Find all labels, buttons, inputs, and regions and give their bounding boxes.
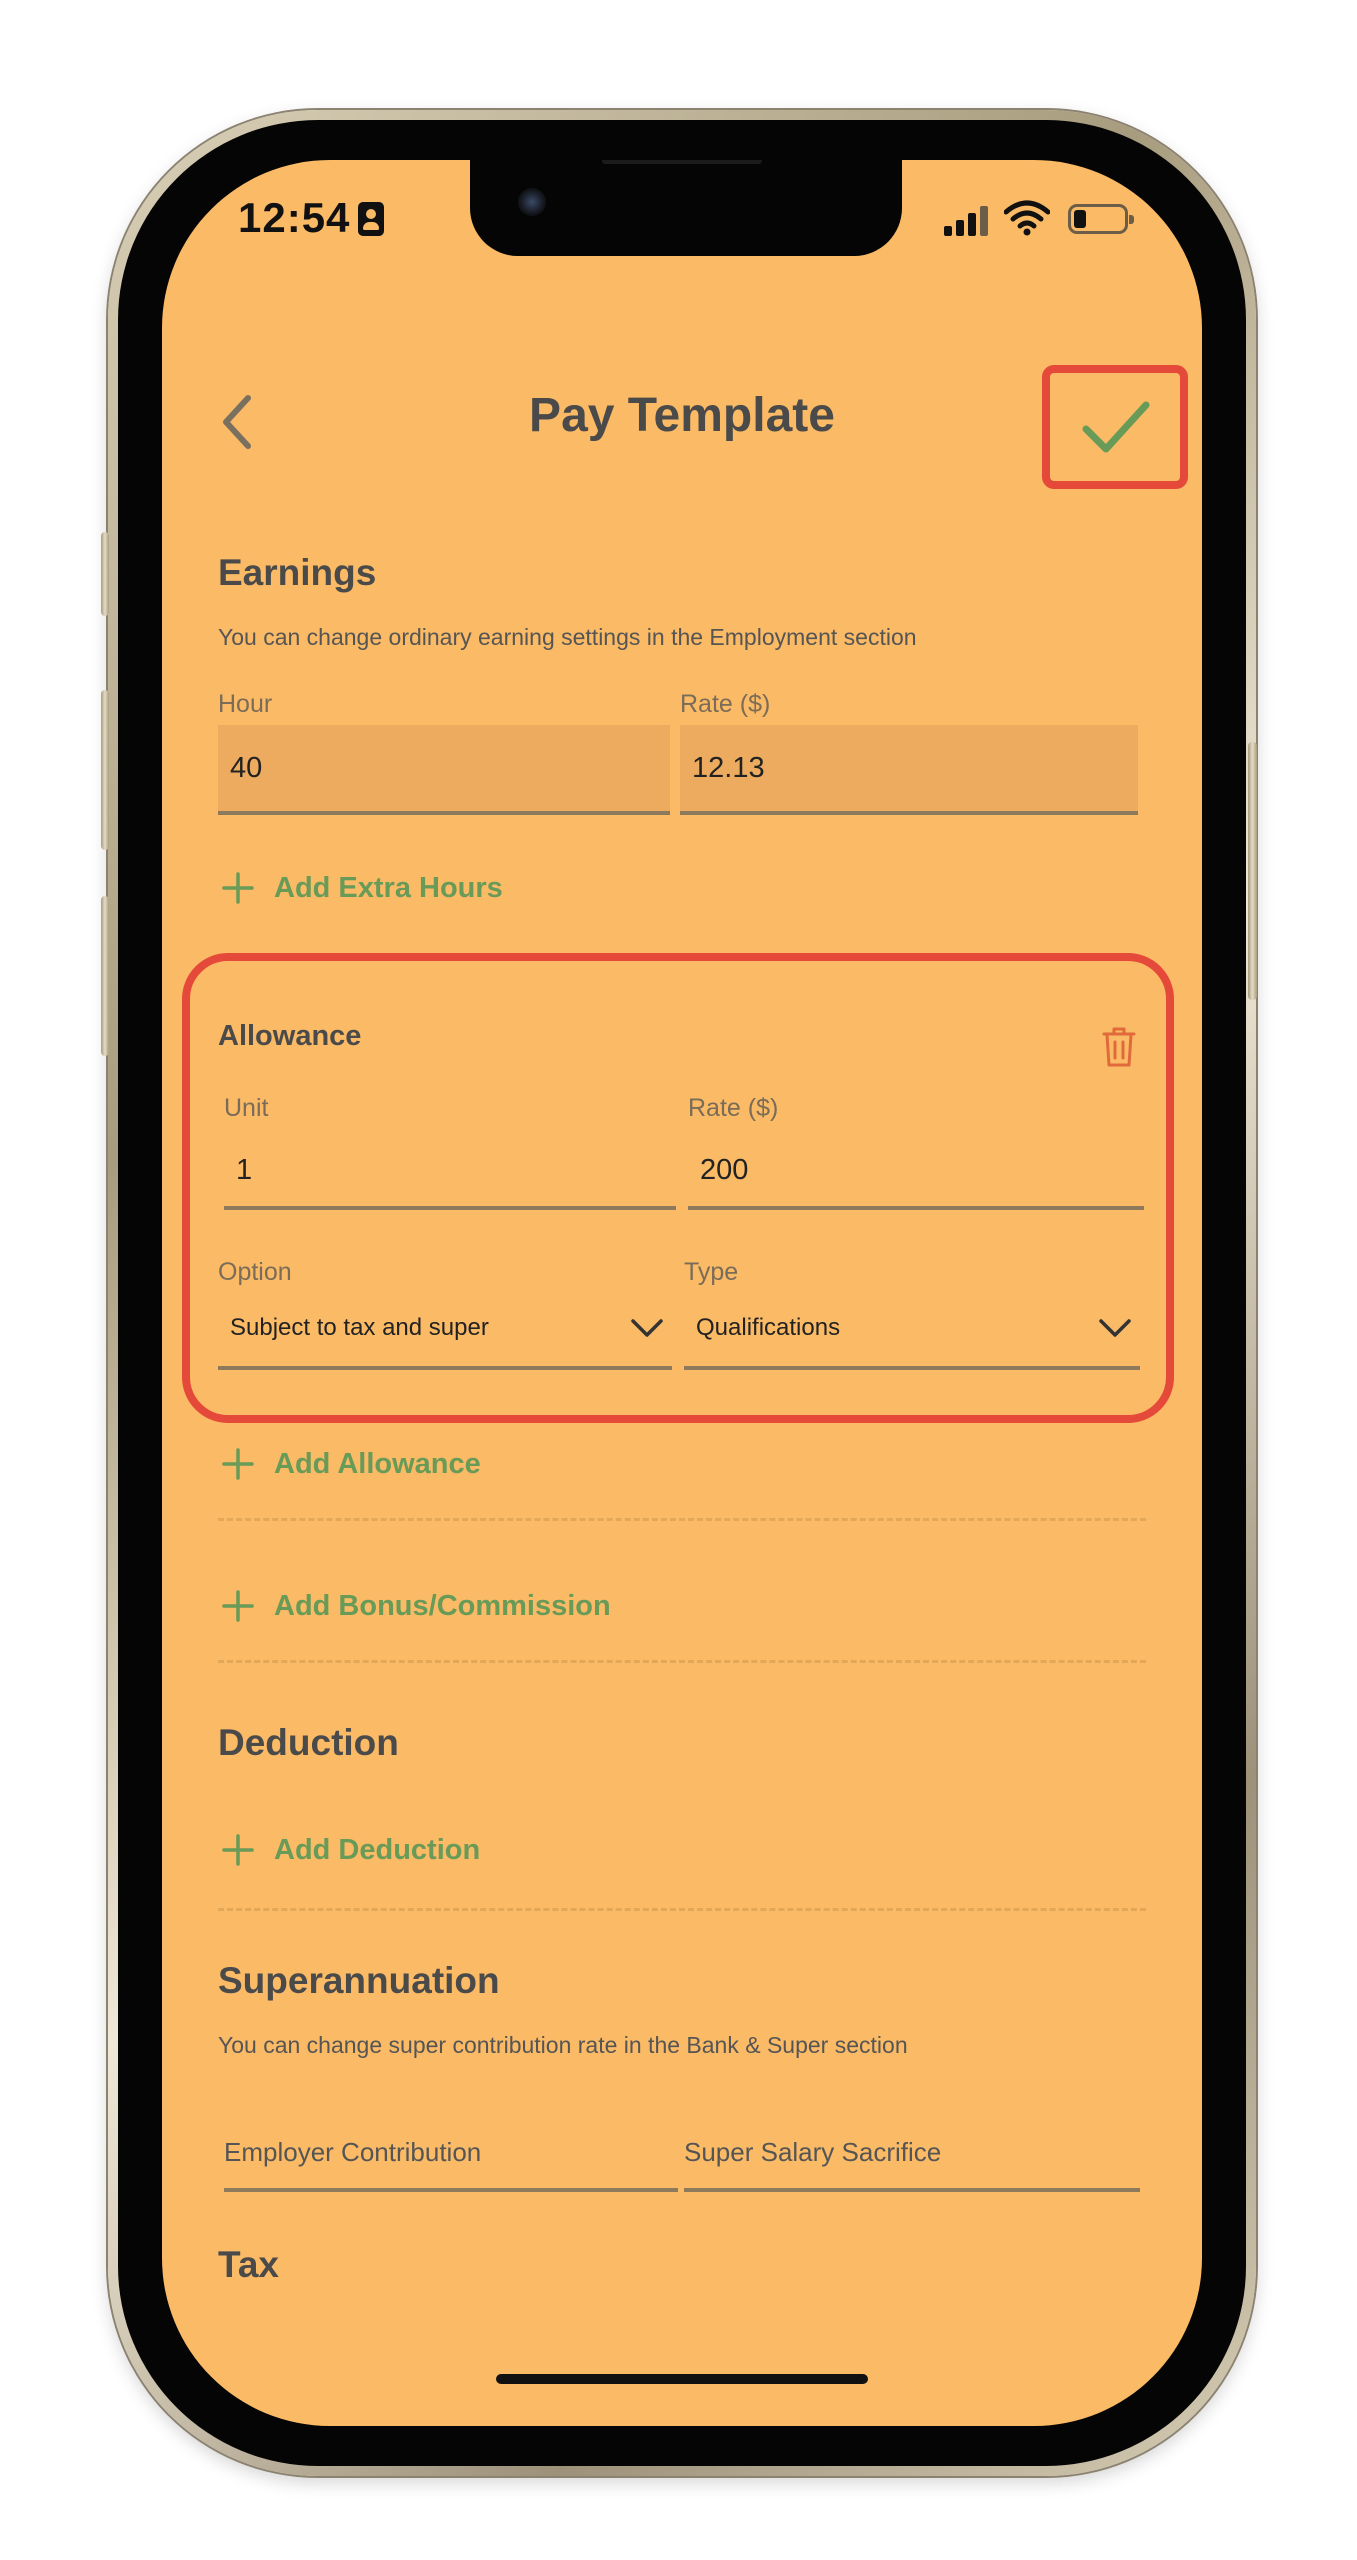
home-indicator[interactable] [496, 2374, 868, 2384]
earnings-title: Earnings [218, 552, 377, 593]
hour-input[interactable]: 40 [218, 725, 670, 815]
silent-switch [101, 532, 109, 616]
app-screen: 12:54 Pay Template Earnings You can chan… [162, 160, 1202, 2426]
option-selected-value: Subject to tax and super [230, 1314, 489, 1341]
type-selected-value: Qualifications [696, 1314, 841, 1341]
allowance-rate-input[interactable]: 200 [688, 1140, 1144, 1210]
plus-icon [222, 1834, 254, 1866]
chevron-down-icon [631, 1319, 663, 1337]
option-select[interactable]: Subject to tax and super [218, 1304, 672, 1370]
allowance-rate-label: Rate ($) [688, 1094, 779, 1122]
type-select[interactable]: Qualifications [684, 1304, 1140, 1370]
volume-down-button [101, 896, 109, 1056]
allowance-title: Allowance [218, 1020, 362, 1052]
option-label: Option [218, 1258, 292, 1286]
contact-card-icon [358, 202, 384, 236]
divider [218, 1908, 1146, 1911]
add-allowance-label: Add Allowance [274, 1448, 481, 1480]
superannuation-hint: You can change super contribution rate i… [218, 2032, 908, 2058]
divider [218, 1660, 1146, 1663]
plus-icon [222, 1448, 254, 1480]
power-button [1248, 742, 1257, 1000]
add-deduction-label: Add Deduction [274, 1834, 481, 1866]
volume-up-button [101, 690, 109, 850]
wifi-icon [1004, 200, 1050, 236]
confirm-highlight-box [1042, 365, 1188, 489]
tax-title: Tax [218, 2244, 280, 2285]
battery-icon [1068, 204, 1134, 234]
unit-label: Unit [224, 1094, 269, 1122]
earnings-hint: You can change ordinary earning settings… [218, 624, 917, 650]
plus-icon [222, 872, 254, 904]
earnings-rate-input[interactable]: 12.13 [680, 725, 1138, 815]
plus-icon [222, 1590, 254, 1622]
status-time: 12:54 [238, 194, 351, 241]
trash-icon[interactable] [1102, 1026, 1136, 1068]
earnings-rate-label: Rate ($) [680, 690, 771, 718]
hour-label: Hour [218, 690, 273, 718]
checkmark-icon[interactable] [1080, 395, 1152, 459]
speaker [602, 160, 762, 164]
divider [218, 1518, 1146, 1521]
deduction-title: Deduction [218, 1722, 399, 1763]
type-label: Type [684, 1258, 739, 1286]
add-bonus-commission-label: Add Bonus/Commission [274, 1590, 611, 1622]
superannuation-title: Superannuation [218, 1960, 500, 2001]
super-salary-sacrifice-input[interactable]: Super Salary Sacrifice [684, 2122, 1140, 2192]
chevron-down-icon [1099, 1319, 1131, 1337]
front-camera [518, 188, 546, 216]
unit-input[interactable]: 1 [224, 1140, 676, 1210]
cellular-signal-icon [944, 206, 992, 236]
add-extra-hours-label: Add Extra Hours [274, 872, 503, 904]
employer-contribution-input[interactable]: Employer Contribution [224, 2122, 678, 2192]
notch [470, 160, 902, 256]
